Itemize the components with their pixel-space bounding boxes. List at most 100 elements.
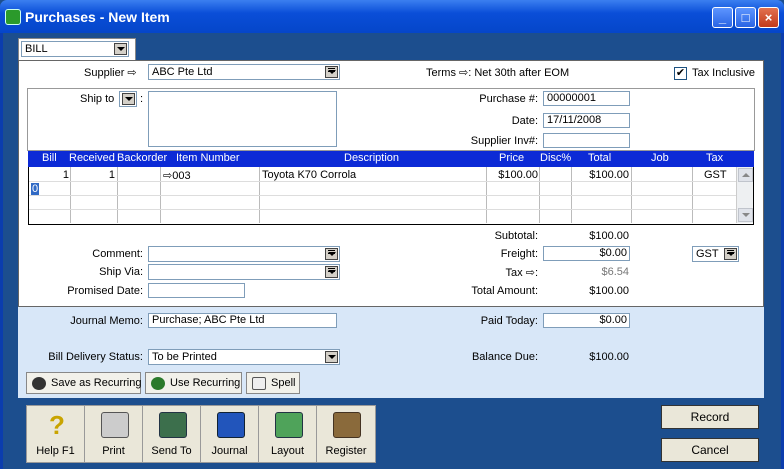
promised-date-field[interactable] [148, 283, 245, 298]
chevron-down-icon[interactable] [325, 351, 338, 363]
help-button[interactable]: ? Help F1 [27, 406, 85, 463]
terms-value: Net 30th after EOM [474, 67, 570, 79]
title-bar: Purchases - New Item _ □ × [0, 0, 784, 33]
chevron-down-icon[interactable] [114, 43, 127, 55]
printer-icon [101, 412, 129, 438]
col-backorder: Backorder [117, 152, 168, 164]
transaction-type-select[interactable]: BILL [21, 41, 129, 57]
scroll-up-icon[interactable] [738, 168, 753, 182]
row-description[interactable]: Toyota K70 Corrola [262, 169, 356, 181]
line-items-grid[interactable]: 1 1 ⇨003 Toyota K70 Corrola $100.00 $100… [28, 167, 754, 225]
register-icon [333, 412, 361, 438]
supplier-select[interactable]: ABC Pte Ltd [148, 64, 340, 80]
bottom-toolbar: ? Help F1 Print Send To Journal Layout R… [26, 405, 376, 463]
list-icon[interactable] [724, 248, 737, 260]
comment-label: Comment: [92, 248, 143, 260]
terms-label: Terms ⇨: Net 30th after EOM [426, 67, 570, 79]
journal-memo-field[interactable]: Purchase; ABC Pte Ltd [148, 313, 337, 328]
ship-to-label: Ship to [80, 93, 115, 105]
supplier-value: ABC Pte Ltd [152, 66, 213, 78]
arrow-right-icon[interactable]: ⇨ [127, 67, 136, 79]
freight-tax-select[interactable]: GST [692, 246, 739, 262]
row-item-number[interactable]: ⇨003 [163, 169, 191, 182]
tax-inclusive-label: Tax Inclusive [692, 67, 755, 79]
date-field[interactable]: 17/11/2008 [543, 113, 630, 128]
ship-via-label: Ship Via: [99, 266, 143, 278]
print-button[interactable]: Print [85, 406, 143, 463]
journal-icon [217, 412, 245, 438]
col-received: Received [69, 152, 115, 164]
mailbox-icon [159, 412, 187, 438]
spell-button[interactable]: Spell [246, 372, 300, 394]
arrow-right-icon[interactable]: ⇨ [526, 267, 535, 279]
record-button[interactable]: Record [661, 405, 759, 429]
scroll-down-icon[interactable] [738, 208, 753, 222]
paid-today-label: Paid Today: [480, 315, 538, 327]
col-bill: Bill [42, 152, 57, 164]
line-items-header: Bill Received Backorder Item Number Desc… [28, 151, 754, 167]
delivery-status-label: Bill Delivery Status: [48, 351, 143, 363]
balance-due-value: $100.00 [589, 351, 629, 363]
list-icon[interactable] [325, 266, 338, 278]
freight-tax-value: GST [696, 248, 719, 260]
balance-due-label: Balance Due: [471, 351, 538, 363]
freight-field[interactable]: $0.00 [543, 246, 630, 261]
new-row-bill-cell[interactable]: 0 [31, 183, 40, 195]
row-total[interactable]: $100.00 [571, 169, 629, 181]
col-total: Total [588, 152, 612, 164]
ship-via-select[interactable] [148, 264, 340, 280]
window-title: Purchases - New Item [25, 9, 170, 25]
maximize-button[interactable]: □ [735, 7, 756, 28]
row-bill[interactable]: 1 [29, 169, 69, 181]
journal-button[interactable]: Journal [201, 406, 259, 463]
paid-today-field[interactable]: $0.00 [543, 313, 630, 328]
purchase-no-field[interactable]: 00000001 [543, 91, 630, 106]
ship-to-address[interactable] [148, 91, 337, 147]
supplier-inv-label: Supplier Inv#: [470, 135, 538, 147]
spell-check-icon [252, 377, 266, 390]
chevron-down-icon[interactable] [122, 93, 135, 105]
col-price: Price [499, 152, 525, 164]
grid-scrollbar[interactable] [736, 167, 753, 223]
arrow-right-icon[interactable]: ⇨ [163, 170, 172, 182]
supplier-inv-field[interactable] [543, 133, 630, 148]
print-label: Print [102, 445, 125, 457]
delivery-status-select[interactable]: To be Printed [148, 349, 340, 365]
tax-label: Tax ⇨: [505, 267, 538, 279]
help-icon: ? [49, 410, 65, 440]
col-disc: Disc% [540, 152, 572, 164]
supplier-label: Supplier ⇨ [84, 67, 137, 79]
subtotal-value: $100.00 [589, 230, 629, 242]
row-price[interactable]: $100.00 [486, 169, 538, 181]
minimize-button[interactable]: _ [712, 7, 733, 28]
close-button[interactable]: × [758, 7, 779, 28]
ship-to-colon: : [140, 93, 144, 105]
delivery-status-value: To be Printed [152, 351, 217, 363]
use-recurring-button[interactable]: Use Recurring [145, 372, 242, 394]
layout-button[interactable]: Layout [259, 406, 317, 463]
ship-to-dropdown[interactable] [119, 91, 137, 107]
col-description: Description [344, 152, 400, 164]
save-as-recurring-button[interactable]: Save as Recurring [26, 372, 142, 394]
col-tax: Tax [706, 152, 724, 164]
send-to-button[interactable]: Send To [143, 406, 201, 463]
row-received[interactable]: 1 [70, 169, 115, 181]
arrow-right-icon[interactable]: ⇨ [459, 67, 468, 79]
register-button[interactable]: Register [317, 406, 375, 463]
layout-label: Layout [270, 445, 305, 457]
list-icon[interactable] [325, 66, 338, 78]
date-label: Date: [511, 115, 538, 127]
comment-select[interactable] [148, 246, 340, 262]
transaction-type-value: BILL [25, 43, 48, 55]
recurring-icon [151, 377, 165, 390]
cancel-button[interactable]: Cancel [661, 438, 759, 462]
purchase-no-label: Purchase #: [479, 93, 538, 105]
tax-inclusive-checkbox[interactable]: ✔ [674, 67, 687, 80]
freight-label: Freight: [500, 248, 538, 260]
row-tax[interactable]: GST [704, 169, 727, 181]
col-job: Job [651, 152, 669, 164]
promised-date-label: Promised Date: [67, 285, 143, 297]
list-icon[interactable] [325, 248, 338, 260]
col-item-number: Item Number [176, 152, 240, 164]
app-icon [5, 9, 21, 25]
